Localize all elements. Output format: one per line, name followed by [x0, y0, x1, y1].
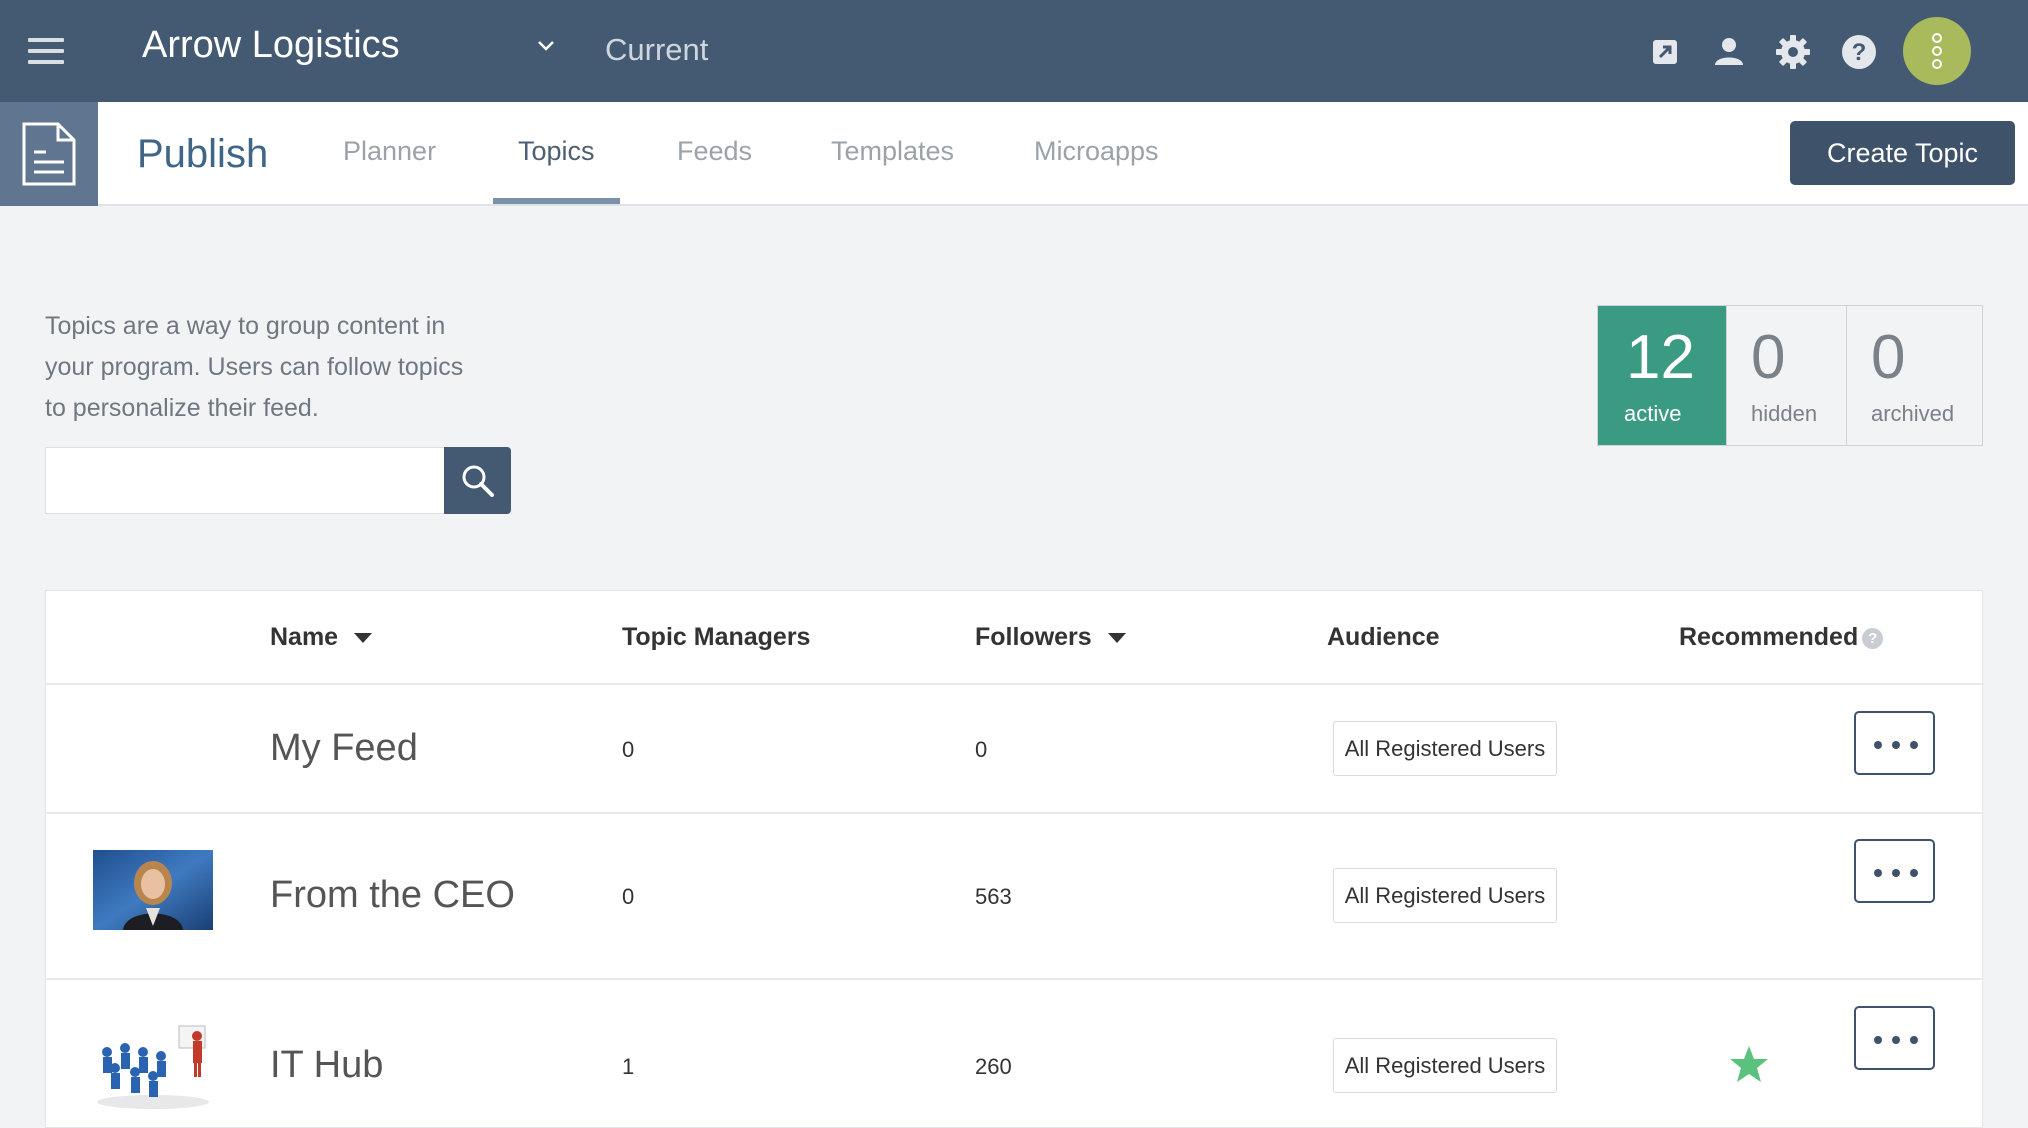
top-bar: Arrow Logistics Current ? — [0, 0, 2028, 102]
search-input[interactable] — [45, 447, 445, 514]
stat-archived-count: 0 — [1871, 323, 1906, 392]
column-header-audience: Audience — [1327, 623, 1440, 651]
avatar[interactable] — [1903, 17, 1971, 85]
tab-feeds[interactable]: Feeds — [677, 136, 752, 167]
active-tab-indicator — [493, 198, 620, 204]
help-icon[interactable]: ? — [1862, 627, 1884, 649]
stat-active[interactable]: 12 active — [1598, 306, 1726, 445]
topics-table: Name Topic Managers Followers Audience R… — [45, 590, 1984, 1128]
stat-archived[interactable]: 0 archived — [1846, 306, 1982, 445]
user-icon[interactable] — [1709, 32, 1749, 72]
help-icon[interactable]: ? — [1839, 32, 1879, 72]
audience-badge[interactable]: All Registered Users — [1333, 868, 1557, 923]
stat-hidden-label: hidden — [1751, 401, 1818, 426]
external-link-icon[interactable] — [1645, 32, 1685, 72]
avatar-icon — [1932, 33, 1942, 69]
column-header-followers-label: Followers — [975, 623, 1092, 651]
topic-thumbnail-it-hub — [93, 1022, 213, 1112]
column-header-managers: Topic Managers — [622, 623, 811, 651]
create-topic-button[interactable]: Create Topic — [1790, 121, 2015, 185]
chevron-down-icon[interactable] — [534, 34, 558, 58]
sort-caret-icon[interactable] — [1107, 633, 1126, 644]
table-row[interactable]: From the CEO 0 563 All Registered Users — [46, 812, 1984, 978]
stat-archived-label: archived — [1871, 401, 1955, 426]
topic-name[interactable]: IT Hub — [270, 1044, 383, 1087]
stat-active-count: 12 — [1626, 323, 1695, 392]
topic-status-filter: 12 active 0 hidden 0 archived — [1597, 305, 1983, 446]
more-options-button[interactable] — [1854, 839, 1935, 903]
environment-label: Current — [605, 32, 709, 67]
org-name[interactable]: Arrow Logistics — [142, 24, 400, 67]
column-header-followers[interactable]: Followers — [975, 623, 1126, 652]
page-title: Publish — [137, 132, 269, 176]
stat-hidden-count: 0 — [1751, 323, 1786, 392]
table-row[interactable]: My Feed 0 0 All Registered Users — [46, 683, 1984, 812]
column-header-name-label: Name — [270, 623, 339, 651]
stat-active-label: active — [1624, 401, 1682, 426]
more-options-button[interactable] — [1854, 1006, 1935, 1070]
tab-planner[interactable]: Planner — [343, 136, 436, 167]
column-header-name[interactable]: Name — [270, 623, 373, 652]
column-header-recommended-label: Recommended — [1679, 623, 1859, 651]
topic-name[interactable]: From the CEO — [270, 874, 515, 917]
star-icon[interactable] — [1729, 1044, 1769, 1084]
topic-name[interactable]: My Feed — [270, 727, 418, 770]
menu-icon[interactable] — [28, 38, 64, 64]
topics-description: Topics are a way to group content in you… — [45, 312, 464, 422]
tab-topics[interactable]: Topics — [518, 136, 595, 167]
topic-followers: 0 — [975, 737, 988, 762]
column-header-recommended: Recommended? — [1679, 623, 1884, 652]
search-icon — [462, 465, 494, 497]
stat-hidden[interactable]: 0 hidden — [1726, 306, 1846, 445]
more-options-button[interactable] — [1854, 711, 1935, 775]
svg-text:?: ? — [1852, 39, 1867, 66]
table-row[interactable]: IT Hub 1 260 All Registered Users — [46, 978, 1984, 1128]
topic-thumbnail-ceo — [93, 850, 213, 930]
topic-managers: 0 — [622, 884, 635, 909]
topic-managers: 0 — [622, 737, 635, 762]
gear-icon[interactable] — [1773, 32, 1813, 72]
audience-badge[interactable]: All Registered Users — [1333, 721, 1557, 776]
sub-navigation: Publish Planner Topics Feeds Templates M… — [0, 102, 2028, 206]
search-button[interactable] — [444, 447, 511, 514]
audience-badge[interactable]: All Registered Users — [1333, 1038, 1557, 1093]
topic-managers: 1 — [622, 1054, 635, 1079]
sort-caret-icon[interactable] — [354, 633, 373, 644]
tab-microapps[interactable]: Microapps — [1034, 136, 1159, 167]
topic-followers: 563 — [975, 884, 1012, 909]
topic-followers: 260 — [975, 1054, 1012, 1079]
tab-templates[interactable]: Templates — [831, 136, 954, 167]
document-icon — [22, 122, 76, 186]
publish-section-icon — [0, 102, 98, 206]
